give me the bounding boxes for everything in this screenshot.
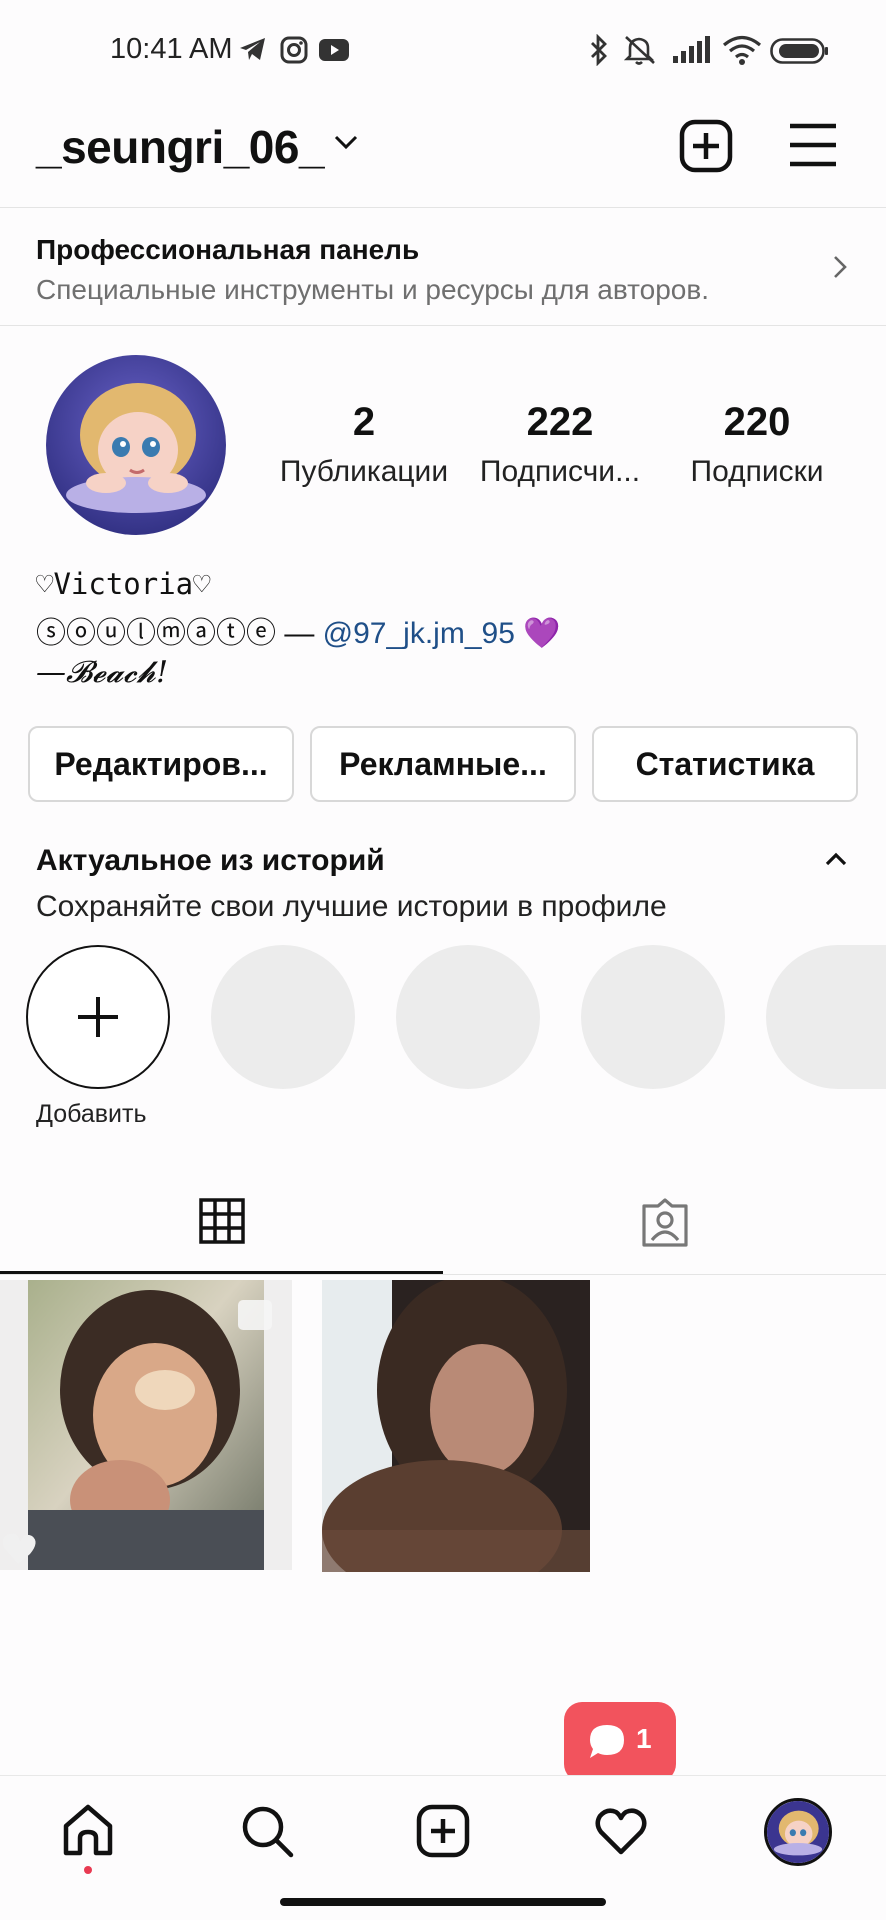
grid-post-1[interactable] [0,1280,292,1570]
bluetooth-icon [591,34,607,66]
tabs-divider [0,1274,886,1275]
highlight-placeholder [211,945,355,1089]
activity-count: 1 [636,1723,652,1754]
add-highlight-label: Добавить [36,1100,147,1128]
tab-posts-grid[interactable] [0,1180,443,1274]
professional-dashboard[interactable]: Профессиональная панель Специальные инст… [0,208,886,326]
highlight-placeholder [581,945,725,1089]
plus-icon [78,997,118,1037]
edit-profile-button[interactable]: Редактиров... [28,726,294,802]
following-count: 220 [723,400,791,444]
insights-button[interactable]: Статистика [592,726,858,802]
battery-icon [770,38,828,64]
avatar[interactable] [46,355,226,535]
bottom-nav [0,1775,886,1920]
create-icon[interactable] [416,1804,470,1858]
following-stat[interactable]: 220 Подписки [672,400,842,489]
home-indicator[interactable] [280,1898,606,1906]
purple-heart-emoji: 💜 [523,617,561,650]
bio-mention-link[interactable]: @97_jk.jm_95 [323,617,515,650]
youtube-icon [319,39,349,61]
search-icon[interactable] [240,1804,294,1858]
status-bar: 10:41 AM [0,0,886,100]
activity-notification-badge[interactable]: 1 [564,1702,676,1792]
chevron-right-icon [834,256,847,278]
bio-text: ⓢⓞⓤⓛⓜⓐⓣⓔ — [36,617,323,650]
heart-icon[interactable] [594,1806,648,1856]
home-icon[interactable] [60,1802,116,1858]
promotions-button[interactable]: Рекламные... [310,726,576,802]
posts-label: Публикации [279,455,449,488]
pro-panel-title: Профессиональная панель [36,234,420,265]
following-label: Подписки [690,455,824,488]
new-post-icon[interactable] [678,118,734,174]
bio-line: ⓢⓞⓤⓛⓜⓐⓣⓔ — @97_jk.jm_95 💜 [36,608,561,652]
bio-name: ♡Victoria♡ [36,567,211,601]
wifi-icon [722,35,762,65]
multi-photo-icon [238,1300,272,1330]
telegram-icon [240,38,265,60]
tagged-icon [641,1198,688,1247]
profile-header: _seungri_06_ [0,100,886,208]
comment-icon [590,1725,624,1758]
tab-tagged[interactable] [443,1180,886,1274]
followers-stat[interactable]: 222 Подписчи... [474,400,646,489]
bio-line: —𝓑𝓮𝓪𝓬𝓱! [36,655,169,690]
chevron-down-icon[interactable] [333,132,359,152]
highlights-title: Актуальное из историй [36,844,385,877]
grid-post-2[interactable] [322,1280,590,1572]
username[interactable]: _seungri_06_ [36,120,325,174]
highlight-placeholder [766,945,886,1089]
followers-label: Подписчи... [479,455,641,488]
signal-icon [673,36,710,63]
followers-count: 222 [526,400,594,444]
instagram-icon [280,36,308,64]
highlights-subtitle: Сохраняйте свои лучшие истории в профиле [36,890,667,923]
posts-count: 2 [352,400,376,444]
highlight-placeholder [396,945,540,1089]
add-highlight-button[interactable] [26,945,170,1089]
profile-tab-avatar[interactable] [764,1798,832,1866]
notification-dot [84,1866,92,1874]
grid-icon [198,1198,245,1244]
pro-panel-subtitle: Специальные инструменты и ресурсы для ав… [36,274,710,305]
status-time: 10:41 AM [110,33,233,65]
mute-icon [623,36,655,65]
menu-icon[interactable] [788,120,838,170]
chevron-up-icon[interactable] [824,850,848,868]
posts-stat[interactable]: 2 Публикации [272,400,456,489]
